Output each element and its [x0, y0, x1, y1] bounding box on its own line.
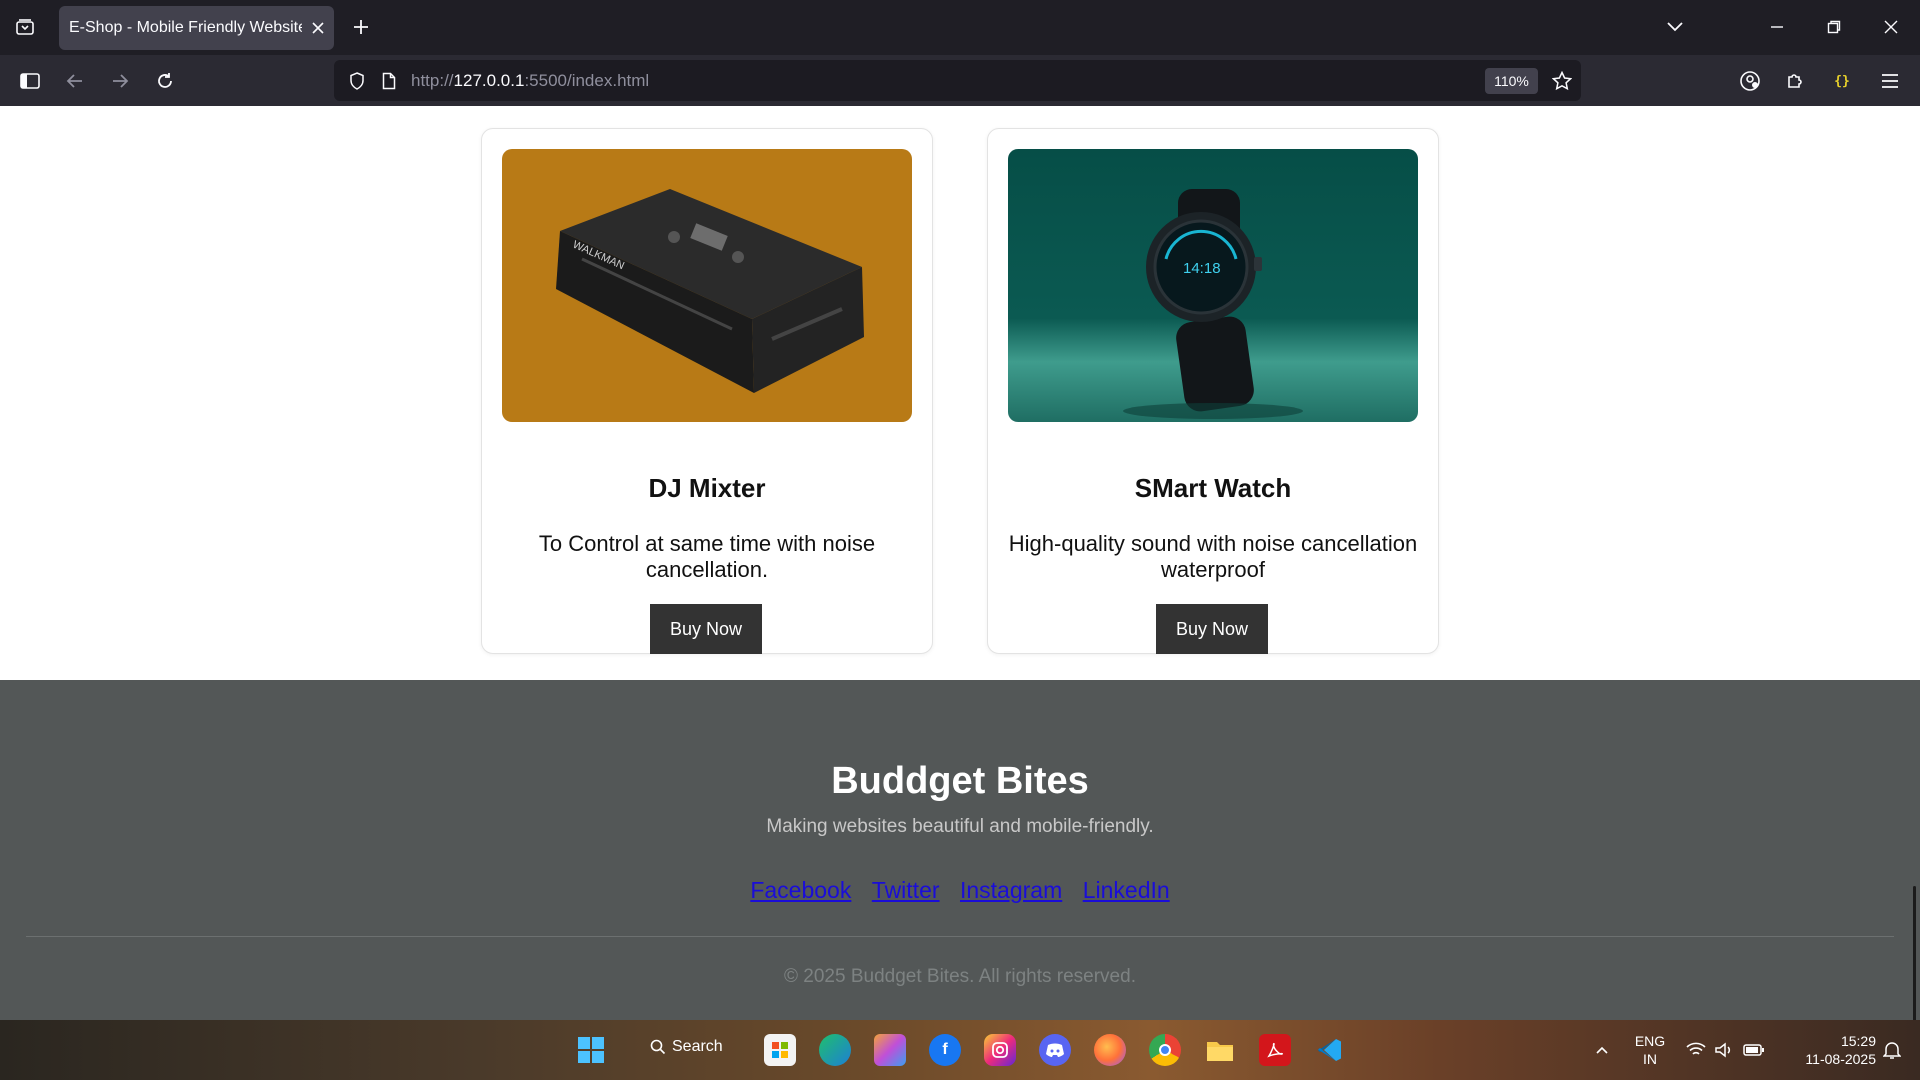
- sidebar-icon[interactable]: [12, 63, 48, 99]
- windows-taskbar: Search f ENG IN 15:29 11-08-2025: [0, 1020, 1920, 1080]
- product-description: High-quality sound with noise cancellati…: [1008, 531, 1418, 582]
- instagram-icon[interactable]: [984, 1034, 1016, 1066]
- browser-nav-bar: http://127.0.0.1:5500/index.html 110% {}: [0, 55, 1920, 106]
- menu-icon[interactable]: [1872, 63, 1908, 99]
- site-footer: Buddget Bites Making websites beautiful …: [0, 680, 1920, 1020]
- url-path: :5500/index.html: [524, 71, 650, 90]
- footer-copyright: © 2025 Buddget Bites. All rights reserve…: [784, 966, 1136, 987]
- footer-link-twitter[interactable]: Twitter: [872, 877, 940, 903]
- footer-divider: [26, 936, 1894, 937]
- tab-list-icon[interactable]: [8, 10, 42, 44]
- product-image-smart-watch: 14:18: [1008, 149, 1418, 422]
- footer-link-facebook[interactable]: Facebook: [750, 877, 851, 903]
- product-title: DJ Mixter: [648, 473, 766, 503]
- firefox-icon[interactable]: [1094, 1034, 1126, 1066]
- language-code: ENG: [1634, 1033, 1666, 1049]
- minimize-icon[interactable]: [1756, 10, 1798, 44]
- vscode-icon[interactable]: [1314, 1034, 1346, 1066]
- url-host: 127.0.0.1: [453, 71, 525, 90]
- new-tab-icon[interactable]: [344, 10, 378, 44]
- buy-now-button[interactable]: Buy Now: [1156, 604, 1268, 654]
- zoom-level-badge[interactable]: 110%: [1485, 68, 1538, 94]
- edge-browser-icon[interactable]: [819, 1034, 851, 1066]
- footer-link-instagram[interactable]: Instagram: [960, 877, 1062, 903]
- back-icon[interactable]: [57, 63, 93, 99]
- tab-title: E-Shop - Mobile Friendly Website: [69, 19, 302, 36]
- footer-brand-title: Buddget Bites: [831, 760, 1089, 802]
- shield-icon[interactable]: [342, 66, 372, 96]
- page-icon[interactable]: [374, 66, 404, 96]
- star-icon[interactable]: [1547, 66, 1577, 96]
- product-card-smart-watch: 14:18 SMart Watch High-quality sound wit…: [987, 128, 1439, 654]
- language-region: IN: [1643, 1051, 1657, 1067]
- notifications-icon[interactable]: [1880, 1038, 1904, 1062]
- url-text[interactable]: http://127.0.0.1:5500/index.html: [411, 71, 649, 91]
- footer-link-linkedin[interactable]: LinkedIn: [1083, 877, 1170, 903]
- close-window-icon[interactable]: [1870, 10, 1912, 44]
- browser-tab[interactable]: E-Shop - Mobile Friendly Website: [59, 6, 334, 50]
- search-icon: [650, 1039, 666, 1055]
- reload-icon[interactable]: [147, 63, 183, 99]
- url-bar[interactable]: http://127.0.0.1:5500/index.html 110%: [334, 60, 1581, 101]
- product-description: To Control at same time with noise cance…: [538, 531, 876, 582]
- volume-icon[interactable]: [1712, 1038, 1736, 1062]
- battery-icon[interactable]: [1742, 1038, 1766, 1062]
- buy-now-button[interactable]: Buy Now: [650, 604, 762, 654]
- product-card-dj-mixter: WALKMAN DJ Mixter To Control at same tim…: [481, 128, 933, 654]
- page-scrollbar-thumb[interactable]: [1913, 886, 1916, 1020]
- microsoft-store-icon[interactable]: [764, 1034, 796, 1066]
- discord-icon[interactable]: [1039, 1034, 1071, 1066]
- taskbar-search[interactable]: Search: [650, 1038, 723, 1056]
- clock[interactable]: 15:29 11-08-2025: [1780, 1032, 1876, 1068]
- acrobat-reader-icon[interactable]: [1259, 1034, 1291, 1066]
- forward-icon[interactable]: [102, 63, 138, 99]
- file-explorer-icon[interactable]: [1204, 1034, 1236, 1066]
- taskbar-search-label: Search: [672, 1038, 723, 1055]
- page-viewport: WALKMAN DJ Mixter To Control at same tim…: [0, 106, 1920, 1020]
- wifi-icon[interactable]: [1684, 1038, 1708, 1062]
- restore-icon[interactable]: [1813, 10, 1855, 44]
- facebook-icon[interactable]: f: [929, 1034, 961, 1066]
- product-image-cassette-player: WALKMAN: [502, 149, 912, 422]
- extensions-icon[interactable]: [1777, 63, 1813, 99]
- url-scheme: http://: [411, 71, 454, 90]
- footer-tagline: Making websites beautiful and mobile-fri…: [766, 816, 1154, 837]
- copilot-icon[interactable]: [874, 1034, 906, 1066]
- chrome-icon[interactable]: [1149, 1034, 1181, 1066]
- tab-close-icon[interactable]: [302, 12, 334, 44]
- language-indicator[interactable]: ENG IN: [1630, 1032, 1670, 1068]
- product-title: SMart Watch: [1134, 473, 1292, 503]
- footer-social-links: Facebook Twitter Instagram LinkedIn: [0, 877, 1920, 904]
- windows-start-icon[interactable]: [575, 1034, 607, 1066]
- browser-tab-bar: E-Shop - Mobile Friendly Website: [0, 0, 1920, 55]
- show-hidden-icons-icon[interactable]: [1590, 1038, 1614, 1062]
- clock-date: 11-08-2025: [1805, 1051, 1876, 1067]
- svg-text:14:18: 14:18: [1183, 260, 1221, 277]
- clock-time: 15:29: [1840, 1033, 1876, 1049]
- account-icon[interactable]: [1732, 63, 1768, 99]
- list-all-tabs-icon[interactable]: [1658, 10, 1692, 44]
- json-extension-icon[interactable]: {}: [1824, 63, 1860, 99]
